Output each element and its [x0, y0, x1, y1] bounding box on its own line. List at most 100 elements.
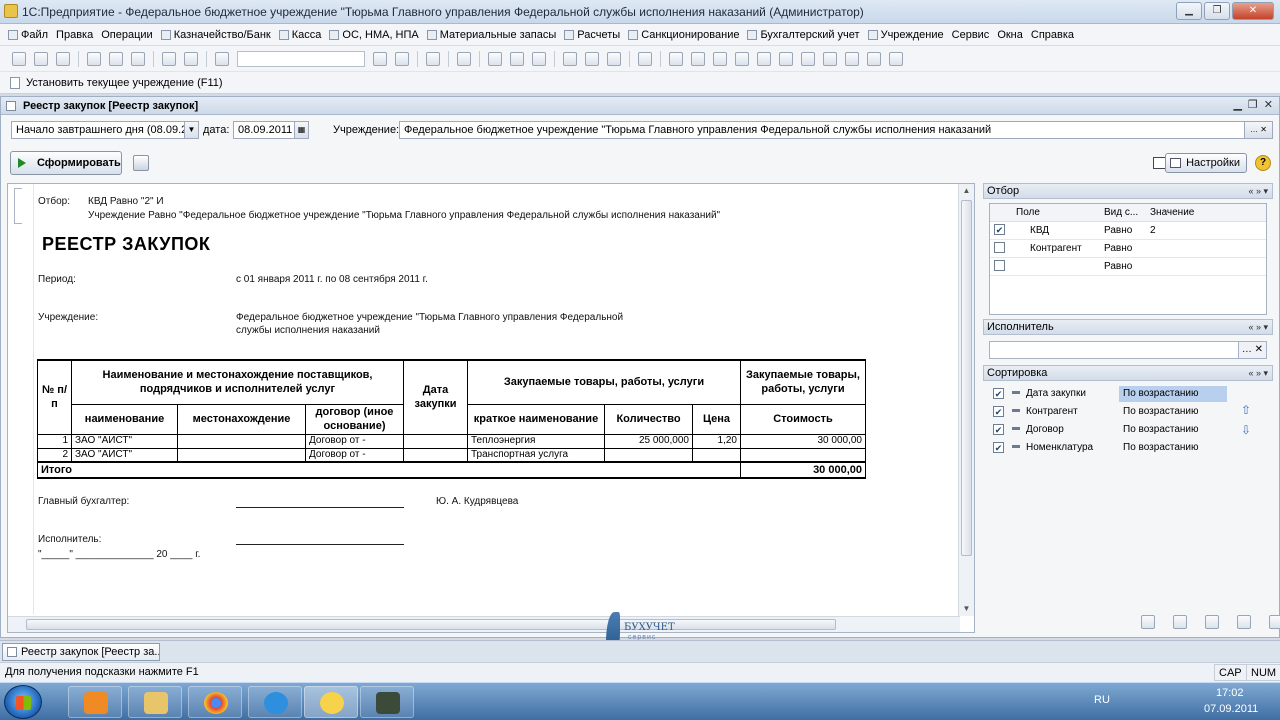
- memory-minus-icon[interactable]: [607, 51, 621, 66]
- sort-checkbox[interactable]: ✔: [993, 423, 1004, 435]
- table-row[interactable]: 1 ЗАО "АИСТ" Договор от - Теплоэнергия 2…: [37, 433, 866, 449]
- executor-field[interactable]: … ✕: [989, 341, 1267, 359]
- report-close-button[interactable]: ✕: [1264, 98, 1273, 111]
- save-icon[interactable]: [56, 51, 70, 66]
- report-4-icon[interactable]: [735, 51, 749, 66]
- menu-service[interactable]: Сервис: [948, 29, 994, 41]
- explorer-taskbar-icon[interactable]: [128, 686, 182, 718]
- report-minimize-button[interactable]: ▁: [1233, 98, 1241, 111]
- redo-icon[interactable]: [184, 51, 198, 66]
- move-down-icon[interactable]: ⇩: [1241, 424, 1251, 436]
- minimize-button[interactable]: ▁: [1176, 2, 1202, 20]
- language-indicator[interactable]: RU: [1094, 694, 1110, 706]
- open-icon[interactable]: [34, 51, 48, 66]
- menu-operations[interactable]: Операции: [97, 29, 156, 41]
- report-1-icon[interactable]: [669, 51, 683, 66]
- filter-checkbox[interactable]: [994, 260, 1005, 272]
- report-10-icon[interactable]: [867, 51, 881, 66]
- memory-m-icon[interactable]: [563, 51, 577, 66]
- menu-cash[interactable]: Касса: [275, 29, 326, 41]
- filter-row[interactable]: Равно: [990, 257, 1266, 276]
- scroll-up-icon[interactable]: ▲: [959, 184, 974, 198]
- windows-icon[interactable]: [426, 51, 440, 66]
- menu-treasury[interactable]: Казначейство/Банк: [157, 29, 275, 41]
- report-5-icon[interactable]: [757, 51, 771, 66]
- tools-icon[interactable]: [638, 51, 652, 66]
- filter-grid[interactable]: Поле Вид с... Значение ✔ КВД Равно 2 Кон…: [989, 203, 1267, 315]
- report-7-icon[interactable]: [801, 51, 815, 66]
- calendar-icon[interactable]: ▦: [294, 122, 308, 138]
- find-next-icon[interactable]: [373, 51, 387, 66]
- copy-icon[interactable]: [109, 51, 123, 66]
- menu-accounting[interactable]: Бухгалтерский учет: [743, 29, 863, 41]
- cut-icon[interactable]: [87, 51, 101, 66]
- report-spreadsheet[interactable]: Отбор: КВД Равно "2" И Учреждение Равно …: [7, 183, 975, 633]
- menu-file[interactable]: Файл: [4, 29, 52, 41]
- scroll-down-icon[interactable]: ▼: [959, 602, 974, 616]
- sort-checkbox[interactable]: ✔: [993, 387, 1004, 399]
- period-select[interactable]: Начало завтрашнего дня (08.09.20 ▼: [11, 121, 199, 139]
- sort-checkbox[interactable]: ✔: [993, 441, 1004, 453]
- chrome-taskbar-icon[interactable]: [188, 686, 242, 718]
- report-8-icon[interactable]: [823, 51, 837, 66]
- generate-button[interactable]: Сформировать: [10, 151, 122, 175]
- sort-list[interactable]: ✔ Дата закупки По возрастанию ✔ Контрагент…: [983, 383, 1273, 613]
- menu-authorization[interactable]: Санкционирование: [624, 29, 743, 41]
- help-icon[interactable]: ?: [1255, 155, 1271, 171]
- table-row[interactable]: 2 ЗАО "АИСТ" Договор от - Транспортная у…: [37, 447, 866, 463]
- report-3-icon[interactable]: [713, 51, 727, 66]
- table-icon[interactable]: [1173, 615, 1187, 629]
- search-input[interactable]: [237, 50, 365, 67]
- sort-checkbox[interactable]: ✔: [993, 405, 1004, 417]
- panel-nav-icon[interactable]: « » ▾: [1248, 320, 1268, 334]
- ie-taskbar-icon[interactable]: [248, 686, 302, 718]
- report-2-icon[interactable]: [691, 51, 705, 66]
- report-9-icon[interactable]: [845, 51, 859, 66]
- select-and-clear-icon[interactable]: … ✕: [1238, 342, 1266, 358]
- sort-az-icon[interactable]: [1141, 615, 1155, 629]
- camtasia-taskbar-icon[interactable]: [360, 686, 414, 718]
- menu-assets[interactable]: ОС, НМА, НПА: [325, 29, 422, 41]
- menu-materials[interactable]: Материальные запасы: [423, 29, 561, 41]
- menu-edit[interactable]: Правка: [52, 29, 97, 41]
- move-up-icon[interactable]: ⇧: [1241, 404, 1251, 416]
- settings-button[interactable]: Настройки: [1165, 153, 1247, 173]
- chevron-down-icon[interactable]: ▼: [184, 122, 198, 138]
- sort-row[interactable]: ✔ Дата закупки По возрастанию: [993, 385, 1227, 403]
- sort-row[interactable]: ✔ Договор По возрастанию: [993, 421, 1199, 439]
- print-icon[interactable]: [133, 155, 149, 171]
- institution-field[interactable]: Федеральное бюджетное учреждение "Тюрьма…: [399, 121, 1273, 139]
- maximize-button[interactable]: ❐: [1204, 2, 1230, 20]
- new-icon[interactable]: [12, 51, 26, 66]
- report-6-icon[interactable]: [779, 51, 793, 66]
- notes-icon[interactable]: [532, 51, 546, 66]
- filter-checkbox[interactable]: [994, 242, 1005, 254]
- filter-row[interactable]: Контрагент Равно: [990, 239, 1266, 258]
- sort-row[interactable]: ✔ Номенклатура По возрастанию: [993, 439, 1199, 457]
- horizontal-scrollbar[interactable]: [8, 616, 960, 632]
- calendar-icon[interactable]: [488, 51, 502, 66]
- wrench-icon[interactable]: [1205, 615, 1219, 629]
- report-restore-button[interactable]: ❐: [1248, 98, 1258, 111]
- calculator-icon[interactable]: [510, 51, 524, 66]
- filter-checkbox[interactable]: ✔: [994, 224, 1005, 236]
- menu-settlements[interactable]: Расчеты: [560, 29, 624, 41]
- 1c-taskbar-icon[interactable]: [304, 686, 358, 718]
- set-current-institution-button[interactable]: Установить текущее учреждение (F11): [26, 77, 223, 89]
- sort-row[interactable]: ✔ Контрагент По возрастанию: [993, 403, 1199, 421]
- tab-registry[interactable]: Реестр закупок [Реестр за...: [2, 643, 160, 661]
- memory-plus-icon[interactable]: [585, 51, 599, 66]
- panel-nav-icon[interactable]: « » ▾: [1248, 366, 1268, 380]
- menu-help[interactable]: Справка: [1027, 29, 1078, 41]
- date-field[interactable]: 08.09.2011 ▦: [233, 121, 309, 139]
- vertical-scrollbar[interactable]: ▲ ▼: [958, 184, 974, 616]
- menu-institution[interactable]: Учреждение: [864, 29, 948, 41]
- find-prev-icon[interactable]: [395, 51, 409, 66]
- info-icon[interactable]: [457, 51, 471, 66]
- filter-row[interactable]: ✔ КВД Равно 2: [990, 221, 1266, 240]
- start-button[interactable]: [4, 685, 42, 719]
- menu-windows[interactable]: Окна: [993, 29, 1027, 41]
- panel-nav-icon[interactable]: « » ▾: [1248, 184, 1268, 198]
- paste-icon[interactable]: [131, 51, 145, 66]
- select-and-clear-icon[interactable]: … ✕: [1244, 122, 1272, 138]
